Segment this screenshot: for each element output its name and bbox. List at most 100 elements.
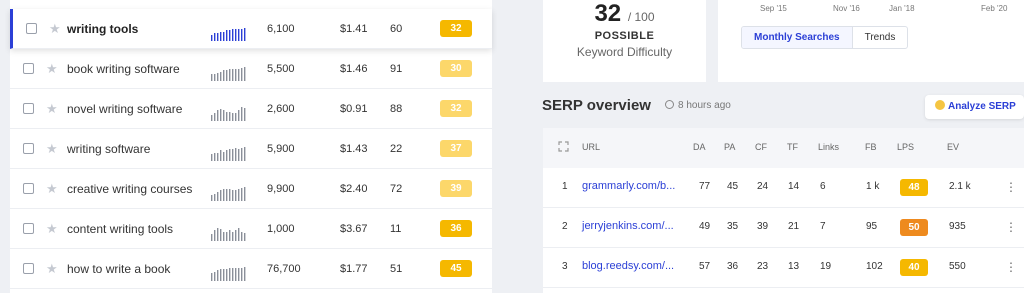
header-pa[interactable]: PA	[724, 142, 735, 152]
trend-bar	[220, 269, 222, 281]
cpc-value: $1.43	[340, 143, 368, 155]
star-icon[interactable]: ★	[46, 259, 58, 279]
x-tick-label: Nov '16	[833, 4, 860, 13]
more-options-icon[interactable]: ⋮	[1005, 259, 1017, 275]
trend-sparkline	[211, 28, 246, 41]
cpc-value: $1.77	[340, 263, 368, 275]
kd-verdict: POSSIBLE	[594, 30, 655, 42]
metric-ev: 935	[949, 221, 966, 232]
trend-bar	[229, 230, 231, 241]
tab-monthly-searches[interactable]: Monthly Searches	[742, 27, 853, 48]
trend-bar	[220, 109, 222, 121]
star-icon[interactable]: ★	[49, 19, 61, 39]
metric-links: 7	[820, 221, 826, 232]
ppc-value: 60	[390, 23, 403, 35]
cpc-value: $2.40	[340, 183, 368, 195]
trend-bar	[244, 187, 246, 201]
trend-bar	[244, 233, 246, 241]
header-lps[interactable]: LPS	[897, 142, 914, 152]
keyword-text[interactable]: how to write a book	[67, 259, 170, 279]
keyword-text[interactable]: content writing tools	[67, 219, 173, 239]
row-checkbox[interactable]	[23, 143, 34, 154]
keyword-row[interactable]: ★ writing software 5,900 $1.43 22 37	[10, 129, 492, 169]
serp-url-link[interactable]: blog.reedsy.com/...	[582, 260, 674, 272]
trend-bar	[241, 107, 243, 121]
header-fb[interactable]: FB	[865, 142, 877, 152]
star-icon[interactable]: ★	[46, 179, 58, 199]
keyword-row[interactable]: ★ writing tools 6,100 $1.41 60 32	[10, 9, 492, 49]
analyze-serp-button[interactable]: Analyze SERP	[925, 95, 1024, 119]
trend-bar	[226, 150, 228, 161]
search-volume: 1,000	[267, 223, 295, 235]
trend-bar	[223, 70, 225, 81]
metric-tf: 14	[788, 181, 800, 192]
row-checkbox[interactable]	[23, 63, 34, 74]
star-icon[interactable]: ★	[46, 139, 58, 159]
kd-score-value: 32	[594, 0, 622, 27]
trend-bar	[229, 112, 231, 121]
trend-x-axis: Sep '15 Nov '16 Jan '18 Feb '20	[738, 0, 1018, 16]
trend-bar	[214, 153, 216, 161]
keyword-text[interactable]: novel writing software	[67, 99, 182, 119]
search-volume: 9,900	[267, 183, 295, 195]
expand-icon[interactable]	[558, 141, 569, 154]
search-volume: 76,700	[267, 263, 301, 275]
keyword-text[interactable]: creative writing courses	[67, 179, 192, 199]
trend-bar	[220, 72, 222, 81]
star-icon[interactable]: ★	[46, 219, 58, 239]
tab-trends[interactable]: Trends	[853, 27, 908, 48]
keyword-row[interactable]: ★ how to write a book 76,700 $1.77 51 45	[10, 249, 492, 289]
row-checkbox[interactable]	[26, 23, 37, 34]
ppc-value: 88	[390, 103, 403, 115]
search-volume: 6,100	[267, 23, 295, 35]
serp-table: URL DA PA CF TF Links FB LPS EV 1 grammar…	[543, 128, 1024, 293]
keyword-row[interactable]: ★ content writing tools 1,000 $3.67 11 36	[10, 209, 492, 249]
header-cf[interactable]: CF	[755, 142, 767, 152]
serp-url-link[interactable]: jerryjenkins.com/...	[582, 220, 674, 232]
row-checkbox[interactable]	[23, 103, 34, 114]
header-ev[interactable]: EV	[947, 142, 959, 152]
trend-bar	[238, 149, 240, 161]
trend-bar	[223, 189, 225, 201]
header-da[interactable]: DA	[693, 142, 706, 152]
trend-bar	[244, 28, 246, 41]
keyword-row[interactable]: ★ novel writing software 2,600 $0.91 88 32	[10, 89, 492, 129]
keyword-row[interactable]: ★ creative writing courses 9,900 $2.40 72 39	[10, 169, 492, 209]
trend-bar	[232, 268, 234, 281]
serp-row: 1 grammarly.com/b... 77 45 24 14 6 1 k 2.1 k 48 ⋮	[543, 168, 1024, 208]
more-options-icon[interactable]: ⋮	[1005, 179, 1017, 195]
more-options-icon[interactable]: ⋮	[1005, 219, 1017, 235]
trend-bar	[241, 232, 243, 241]
rank-number: 3	[562, 261, 568, 272]
keyword-text[interactable]: writing software	[67, 139, 150, 159]
header-url[interactable]: URL	[582, 142, 600, 152]
trend-bar	[241, 148, 243, 161]
row-checkbox[interactable]	[23, 263, 34, 274]
metric-pa: 45	[727, 181, 739, 192]
trend-bar	[220, 190, 222, 201]
row-checkbox[interactable]	[23, 223, 34, 234]
ppc-value: 51	[390, 263, 403, 275]
trend-sparkline	[211, 147, 246, 161]
trend-bar	[214, 272, 216, 281]
app-root: ★ writing tools 6,100 $1.41 60 32 ★ book writin…	[0, 0, 1024, 293]
trend-bar	[217, 270, 219, 281]
star-icon[interactable]: ★	[46, 59, 58, 79]
trend-bar	[241, 268, 243, 281]
keyword-text[interactable]: writing tools	[67, 19, 138, 39]
row-checkbox[interactable]	[23, 183, 34, 194]
serp-url-link[interactable]: grammarly.com/b...	[582, 180, 675, 192]
header-links[interactable]: Links	[818, 142, 839, 152]
metric-da: 49	[699, 221, 711, 232]
keyword-text[interactable]: book writing software	[67, 59, 180, 79]
search-volume: 5,900	[267, 143, 295, 155]
trend-bar	[226, 30, 228, 41]
ppc-value: 72	[390, 183, 403, 195]
trend-sparkline	[211, 107, 246, 121]
header-tf[interactable]: TF	[787, 142, 798, 152]
keyword-row[interactable]: ★ book writing software 5,500 $1.46 91 30	[10, 49, 492, 89]
cpc-value: $3.67	[340, 223, 368, 235]
lps-badge: 48	[900, 179, 928, 196]
trend-bar	[220, 229, 222, 241]
star-icon[interactable]: ★	[46, 99, 58, 119]
